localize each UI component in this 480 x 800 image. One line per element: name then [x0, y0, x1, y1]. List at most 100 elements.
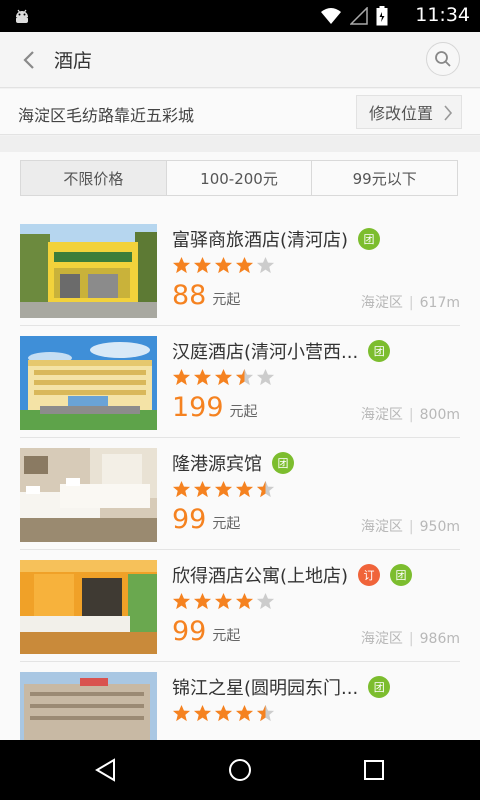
group-buy-badge: 团 — [368, 340, 391, 362]
star-full-icon — [235, 256, 254, 274]
rating-stars — [172, 480, 275, 500]
star-full-icon — [235, 480, 254, 498]
distance: 950m — [419, 519, 460, 535]
star-full-icon — [193, 704, 212, 722]
search-button[interactable] — [426, 42, 460, 76]
star-full-icon — [172, 592, 191, 610]
recent-apps-square-icon[interactable] — [360, 756, 388, 784]
star-empty-icon — [256, 592, 275, 610]
price-suffix: 元起 — [212, 628, 241, 644]
booking-badge: 订 — [358, 564, 381, 586]
price-option-under-99[interactable]: 99元以下 — [312, 161, 457, 195]
star-full-icon — [172, 368, 191, 386]
price-suffix: 元起 — [212, 292, 241, 308]
wifi-icon — [321, 8, 341, 24]
hotel-list: 富驿商旅酒店(清河店) 团 88 元起 海淀区 | 617m 汉庭酒店(清河小营… — [0, 214, 480, 774]
battery-icon — [376, 6, 388, 26]
price-option-unlimited[interactable]: 不限价格 — [21, 161, 167, 195]
star-full-icon — [172, 480, 191, 498]
star-empty-icon — [256, 368, 275, 386]
hotel-item[interactable]: 汉庭酒店(清河小营西... 团 199 元起 海淀区 | 800m — [20, 326, 460, 438]
star-empty-icon — [256, 256, 275, 274]
distance: 986m — [419, 631, 460, 647]
star-full-icon — [214, 704, 233, 722]
district: 海淀区 — [360, 407, 403, 423]
price: 88 元起 — [172, 280, 240, 311]
top-toolbar: 酒店 — [0, 32, 480, 88]
search-icon — [435, 51, 451, 67]
star-full-icon — [214, 480, 233, 498]
district: 海淀区 — [360, 295, 403, 311]
distance: 617m — [419, 295, 460, 311]
hotel-list-panel: 不限价格 100-200元 99元以下 富驿商旅酒店(清河店) 团 88 元起 … — [0, 152, 480, 774]
hotel-name: 锦江之星(圆明园东门... — [172, 678, 359, 699]
star-half-icon — [256, 480, 275, 498]
rating-stars — [172, 704, 275, 724]
current-address: 海淀区毛纺路靠近五彩城 — [18, 106, 195, 125]
price-option-100-200[interactable]: 100-200元 — [167, 161, 313, 195]
price: 199 元起 — [172, 392, 258, 423]
group-buy-badge: 团 — [272, 452, 294, 474]
system-navigation-bar — [0, 740, 480, 800]
separator: | — [408, 631, 414, 647]
android-icon — [16, 9, 28, 23]
hotel-meta: 海淀区 | 986m — [361, 628, 460, 648]
signal-icon — [350, 7, 368, 25]
star-full-icon — [193, 256, 212, 274]
star-full-icon — [193, 368, 212, 386]
district: 海淀区 — [360, 631, 403, 647]
hotel-meta: 海淀区 | 617m — [361, 292, 460, 312]
separator: | — [408, 407, 414, 423]
star-full-icon — [235, 592, 254, 610]
hotel-item[interactable]: 富驿商旅酒店(清河店) 团 88 元起 海淀区 | 617m — [20, 214, 460, 326]
hotel-meta: 海淀区 | 800m — [361, 404, 460, 424]
home-circle-icon[interactable] — [226, 756, 254, 784]
chevron-right-icon — [444, 105, 453, 121]
hotel-name: 富驿商旅酒店(清河店) — [172, 230, 349, 251]
price-value: 99 — [172, 504, 207, 535]
separator: | — [408, 519, 414, 535]
page-title: 酒店 — [54, 50, 93, 72]
clock: 11:34 — [415, 4, 470, 26]
rating-stars — [172, 592, 275, 612]
price: 99 元起 — [172, 616, 240, 647]
distance: 800m — [419, 407, 460, 423]
hotel-name: 隆港源宾馆 — [172, 454, 262, 475]
hotel-photo — [20, 224, 157, 318]
back-triangle-icon[interactable] — [92, 756, 120, 784]
hotel-item[interactable]: 欣得酒店公寓(上地店) 订 团 99 元起 海淀区 | 986m — [20, 550, 460, 662]
hotel-name: 欣得酒店公寓(上地店) — [172, 566, 349, 587]
hotel-meta: 海淀区 | 950m — [361, 516, 460, 536]
price-suffix: 元起 — [212, 516, 241, 532]
hotel-photo — [20, 560, 157, 654]
district: 海淀区 — [360, 519, 403, 535]
hotel-photo — [20, 336, 157, 430]
section-divider — [0, 136, 480, 152]
star-half-icon — [235, 368, 254, 386]
group-buy-badge: 团 — [390, 564, 413, 586]
hotel-name: 汉庭酒店(清河小营西... — [172, 342, 359, 363]
price-filter: 不限价格 100-200元 99元以下 — [20, 160, 458, 196]
group-buy-badge: 团 — [368, 676, 391, 698]
price-value: 99 — [172, 616, 207, 647]
change-location-button[interactable]: 修改位置 — [356, 95, 462, 129]
star-full-icon — [193, 592, 212, 610]
change-location-label: 修改位置 — [369, 104, 434, 123]
star-full-icon — [172, 256, 191, 274]
back-chevron-icon[interactable] — [16, 46, 44, 74]
separator: | — [408, 295, 414, 311]
hotel-photo — [20, 448, 157, 542]
price-value: 199 — [172, 392, 224, 423]
star-full-icon — [193, 480, 212, 498]
star-full-icon — [214, 256, 233, 274]
price-value: 88 — [172, 280, 207, 311]
price-suffix: 元起 — [229, 404, 258, 420]
star-full-icon — [214, 368, 233, 386]
rating-stars — [172, 368, 275, 388]
rating-stars — [172, 256, 275, 276]
star-full-icon — [214, 592, 233, 610]
hotel-item[interactable]: 隆港源宾馆 团 99 元起 海淀区 | 950m — [20, 438, 460, 550]
price: 99 元起 — [172, 504, 240, 535]
star-full-icon — [235, 704, 254, 722]
star-full-icon — [172, 704, 191, 722]
